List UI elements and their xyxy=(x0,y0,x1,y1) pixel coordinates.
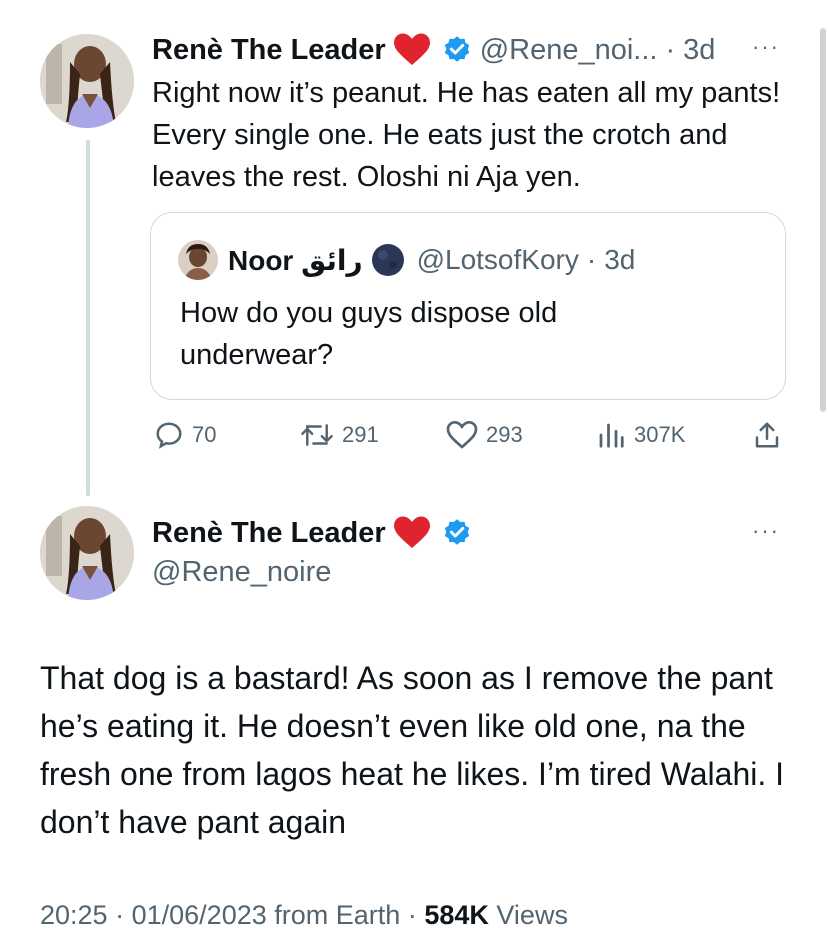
post-source: from Earth xyxy=(274,900,401,930)
globe-emoji-icon xyxy=(371,244,404,276)
views-icon xyxy=(599,423,624,448)
reply-button[interactable]: 70 xyxy=(154,420,216,450)
views-count: 307K xyxy=(634,422,686,447)
scrollbar[interactable] xyxy=(820,28,826,412)
post-time[interactable]: 20:25 xyxy=(40,900,108,930)
retweet-count: 291 xyxy=(342,422,379,447)
tweet-header: Renè The Leader @Rene_noi... · 3d xyxy=(152,30,715,70)
reply-header: Renè The Leader xyxy=(152,512,472,554)
share-icon xyxy=(755,422,779,448)
reply-icon xyxy=(156,422,182,449)
reply-text: That dog is a bastard! As soon as I remo… xyxy=(40,660,785,840)
meta-separator: · xyxy=(115,900,125,930)
author-handle[interactable]: @Rene_noi... xyxy=(480,34,658,67)
reply-avatar[interactable] xyxy=(40,506,134,600)
meta-separator: · xyxy=(407,900,417,930)
like-icon xyxy=(446,420,478,449)
more-options-button[interactable]: ··· xyxy=(752,34,780,60)
quote-time[interactable]: 3d xyxy=(604,244,635,276)
quote-author-handle[interactable]: @LotsofKory xyxy=(417,244,579,276)
reply-count: 70 xyxy=(192,422,217,447)
red-heart-icon xyxy=(393,516,430,548)
views-total: 584K xyxy=(424,900,489,930)
views-label: Views xyxy=(496,900,568,930)
avatar-photo xyxy=(40,34,134,128)
separator-dot: · xyxy=(665,33,676,66)
retweet-button[interactable]: 291 xyxy=(300,420,379,450)
like-count: 293 xyxy=(486,422,523,447)
retweet-icon xyxy=(301,424,333,446)
reply-avatar-photo xyxy=(40,506,134,600)
quote-author-name[interactable]: Noor رائق xyxy=(228,244,363,277)
verified-badge-icon xyxy=(444,36,469,62)
quote-avatar-photo xyxy=(178,240,218,280)
avatar[interactable] xyxy=(40,34,134,128)
like-button[interactable]: 293 xyxy=(446,420,523,450)
post-date[interactable]: 01/06/2023 xyxy=(132,900,267,930)
tweet-time[interactable]: 3d xyxy=(683,34,715,67)
reply-more-options-button[interactable]: ··· xyxy=(752,518,780,544)
reply-author-handle[interactable]: @Rene_noire xyxy=(152,556,331,589)
reply-author-name[interactable]: Renè The Leader xyxy=(152,517,386,550)
author-name[interactable]: Renè The Leader xyxy=(152,34,386,67)
red-heart-icon xyxy=(393,33,430,65)
tweet-meta: 20:25 · 01/06/2023 from Earth · 584K Vie… xyxy=(40,900,568,931)
quote-separator-dot: · xyxy=(586,244,597,275)
share-button[interactable] xyxy=(752,420,782,450)
verified-badge-icon xyxy=(444,519,469,545)
quote-header: Noor رائق @LotsofKory · 3d xyxy=(228,240,635,280)
quote-avatar[interactable] xyxy=(178,240,218,280)
tweet-text: Right now it’s peanut. He has eaten all … xyxy=(152,77,781,193)
views-button[interactable]: 307K xyxy=(596,420,685,450)
thread-line xyxy=(86,140,90,496)
quote-text: How do you guys dispose old underwear? xyxy=(180,297,558,371)
